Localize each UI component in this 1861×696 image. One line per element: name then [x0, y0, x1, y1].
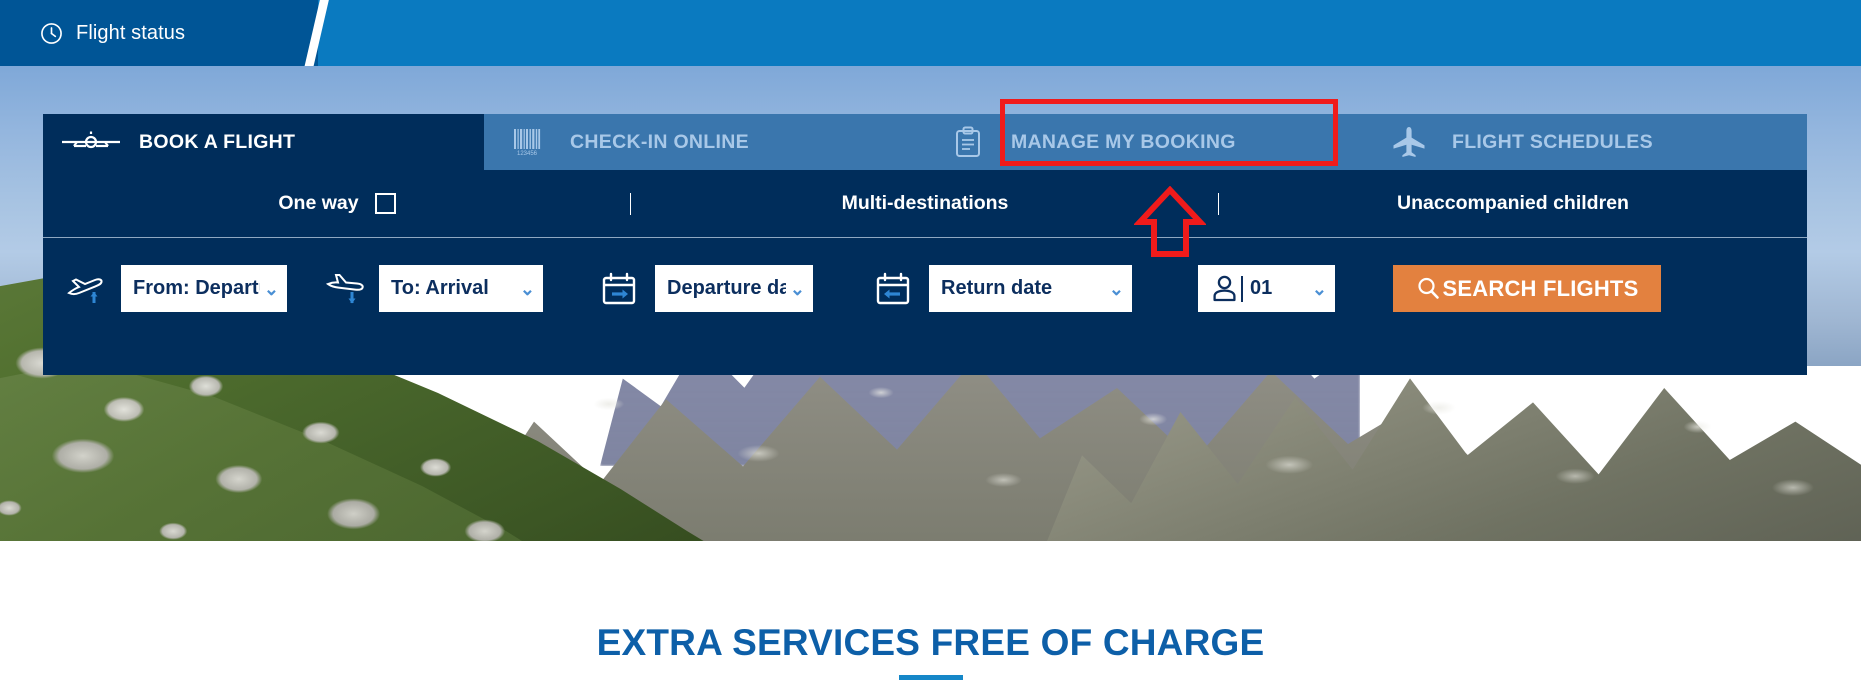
tab-manage-my-booking[interactable]: MANAGE MY BOOKING [925, 114, 1366, 170]
search-fields-row: From: Departure ⌄ To: Arrival ⌄ [43, 238, 1807, 375]
option-label-multi-destinations: Multi-destinations [841, 192, 1009, 214]
option-unaccompanied-children[interactable]: Unaccompanied children [1219, 170, 1807, 237]
flight-status-link[interactable]: Flight status [40, 0, 185, 66]
departure-date-value: Departure date [667, 277, 786, 299]
svg-text:123456: 123456 [517, 151, 538, 157]
plane-landing-icon [317, 272, 379, 306]
to-select-value: To: Arrival [391, 277, 489, 299]
passengers-count: 01 [1250, 277, 1273, 299]
tab-book-a-flight[interactable]: BOOK A FLIGHT [43, 114, 484, 170]
booking-tab-bar: BOOK A FLIGHT 123456 CHECK-IN ONLINE MAN… [43, 114, 1807, 170]
clock-icon [40, 22, 63, 45]
field-group-return-date: Return date ⌄ [857, 265, 1132, 312]
search-flights-button[interactable]: SEARCH FLIGHTS [1393, 265, 1661, 312]
trip-options-row: One way Multi-destinations Unaccompanied… [43, 170, 1807, 238]
passengers-select[interactable]: 01 ⌄ [1198, 265, 1335, 312]
title-underline [898, 675, 963, 680]
tab-label-flight-schedules: FLIGHT SCHEDULES [1452, 130, 1653, 153]
chevron-down-icon: ⌄ [519, 278, 535, 299]
calendar-return-icon [857, 272, 929, 306]
calendar-depart-icon [583, 272, 655, 306]
booking-widget: BOOK A FLIGHT 123456 CHECK-IN ONLINE MAN… [43, 114, 1807, 376]
extra-services-title: EXTRA SERVICES FREE OF CHARGE [596, 622, 1265, 663]
airplane-front-icon [43, 130, 139, 154]
option-label-one-way: One way [278, 192, 359, 214]
option-one-way[interactable]: One way [43, 170, 631, 237]
one-way-checkbox[interactable] [374, 193, 396, 214]
barcode-icon: 123456 [484, 127, 570, 157]
field-group-to: To: Arrival ⌄ [317, 265, 543, 312]
magnifier-icon [1416, 276, 1441, 301]
option-multi-destinations[interactable]: Multi-destinations [631, 170, 1219, 237]
chevron-down-icon: ⌄ [263, 278, 279, 299]
to-select[interactable]: To: Arrival ⌄ [379, 265, 543, 312]
plane-takeoff-icon [59, 272, 121, 306]
tab-label-manage-my-booking: MANAGE MY BOOKING [1011, 130, 1236, 153]
extra-services-section: EXTRA SERVICES FREE OF CHARGE [0, 541, 1861, 696]
search-flights-label: SEARCH FLIGHTS [1442, 275, 1639, 301]
person-icon [1212, 275, 1237, 302]
return-date-select[interactable]: Return date ⌄ [929, 265, 1132, 312]
option-label-unaccompanied-children: Unaccompanied children [1397, 192, 1629, 214]
chevron-down-icon: ⌄ [789, 278, 805, 299]
clipboard-icon [925, 126, 1011, 158]
field-group-from: From: Departure ⌄ [59, 265, 287, 312]
passenger-divider [1241, 275, 1243, 302]
field-group-passengers: 01 ⌄ [1198, 265, 1335, 312]
from-select[interactable]: From: Departure ⌄ [121, 265, 287, 312]
return-date-value: Return date [941, 277, 1053, 299]
field-group-departure-date: Departure date ⌄ [583, 265, 813, 312]
tab-flight-schedules[interactable]: FLIGHT SCHEDULES [1366, 114, 1807, 170]
tab-label-check-in-online: CHECK-IN ONLINE [570, 130, 749, 153]
from-select-value: From: Departure [133, 277, 260, 299]
chevron-down-icon: ⌄ [1108, 278, 1124, 299]
chevron-down-icon: ⌄ [1311, 278, 1327, 299]
flight-status-label: Flight status [76, 21, 186, 44]
airplane-icon [1366, 125, 1452, 159]
departure-date-select[interactable]: Departure date ⌄ [655, 265, 813, 312]
top-bar: Flight status [0, 0, 1861, 66]
tab-check-in-online[interactable]: 123456 CHECK-IN ONLINE [484, 114, 925, 170]
page-root: Flight status BOOK A FLIGHT 123456 CHECK… [0, 0, 1861, 696]
tab-label-book-a-flight: BOOK A FLIGHT [139, 130, 296, 153]
